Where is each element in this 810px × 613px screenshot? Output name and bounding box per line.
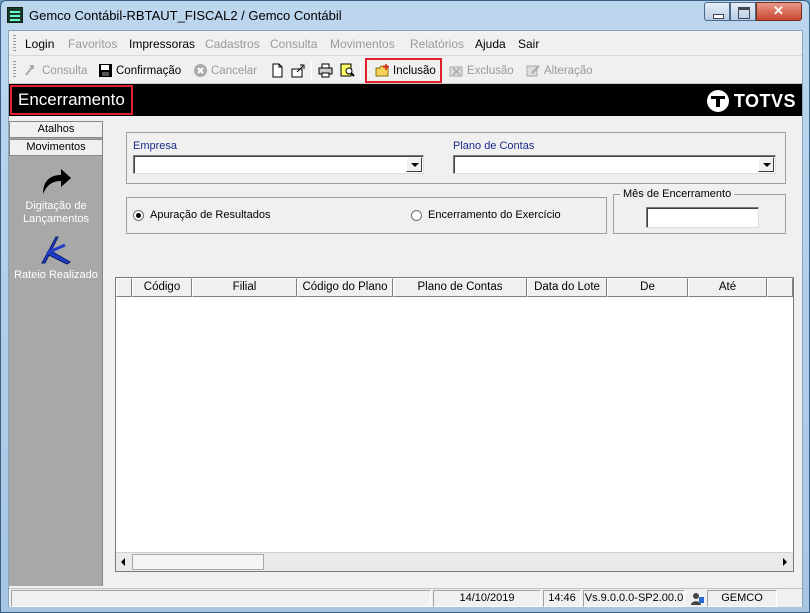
consulta-button[interactable]: Consulta [24,61,87,80]
empresa-dropdown-icon[interactable] [406,157,422,172]
delete-icon [449,63,464,78]
sidebar-item-digitacao[interactable]: Digitação de Lançamentos [9,166,103,226]
grid-column-selector[interactable] [116,278,132,297]
scroll-left-icon[interactable] [116,554,132,570]
window-title: Gemco Contábil-RBTAUT_FISCAL2 / Gemco Co… [29,8,342,23]
search-icon [24,63,39,78]
sidebar-tab-movimentos[interactable]: Movimentos [9,139,103,156]
radio-apuracao-label: Apuração de Resultados [150,209,271,221]
exclusao-label: Exclusão [467,64,514,77]
grid-column-data-lote[interactable]: Data do Lote [527,278,607,297]
toolbar-separator [311,61,312,80]
sidebar-item-rateio[interactable]: Rateio Realizado [9,235,103,282]
user-status-icon [690,591,705,606]
app-icon[interactable] [7,7,23,23]
menu-cadastros[interactable]: Cadastros [205,37,260,51]
results-grid[interactable]: Código Filial Código do Plano Plano de C… [115,277,794,572]
radio-encerramento-label: Encerramento do Exercício [428,209,561,221]
mes-group: Mês de Encerramento [613,188,786,234]
title-bar[interactable]: Gemco Contábil-RBTAUT_FISCAL2 / Gemco Co… [1,1,809,30]
status-time: 14:46 [543,590,581,607]
menu-impressoras[interactable]: Impressoras [129,37,195,51]
rateio-icon [39,235,73,265]
main-panel: Empresa Plano de Contas Apuração de Resu… [108,121,802,586]
menu-relatorios[interactable]: Relatórios [410,37,464,51]
tipo-group: Apuração de Resultados Encerramento do E… [126,197,607,234]
confirmacao-button[interactable]: Confirmação [98,61,181,80]
plano-label: Plano de Contas [453,140,535,152]
print-preview-icon[interactable] [340,63,355,78]
radio-apuracao-dot[interactable] [133,209,144,221]
curved-arrow-icon [39,166,73,196]
inclusao-highlight [365,58,442,83]
export-icon[interactable] [291,63,306,78]
cancel-icon [193,63,208,78]
edit-icon [526,63,541,78]
confirmacao-label: Confirmação [116,64,182,77]
scroll-thumb[interactable] [132,554,264,570]
maximize-button[interactable] [730,2,756,21]
toolbar-grip[interactable] [13,61,16,79]
menu-ajuda[interactable]: Ajuda [475,37,506,51]
cancelar-button[interactable]: Cancelar [193,61,257,80]
grid-column-extra[interactable] [767,278,793,297]
grid-column-codigo-plano[interactable]: Código do Plano [297,278,393,297]
menu-consulta[interactable]: Consulta [270,37,317,51]
radio-encerramento[interactable]: Encerramento do Exercício [411,209,561,221]
screen-header: Encerramento TOTVS [9,84,802,116]
sidebar: Atalhos Movimentos Digitação de Lançamen… [9,121,103,586]
printer-icon[interactable] [318,63,333,78]
grid-horizontal-scrollbar[interactable] [116,552,793,571]
totvs-brand-text: TOTVS [733,90,796,111]
menu-favoritos[interactable]: Favoritos [68,37,117,51]
sidebar-tab-atalhos[interactable]: Atalhos [9,121,103,138]
new-document-icon[interactable] [270,63,285,78]
status-version: Vs.9.0.0.0-SP2.00.0 [583,590,685,607]
menu-grip[interactable] [13,35,16,52]
status-message [11,590,431,607]
totvs-logo-icon [706,90,729,112]
grid-column-ate[interactable]: Até [688,278,767,297]
radio-encerramento-dot[interactable] [411,209,422,221]
exclusao-button[interactable]: Exclusão [449,61,514,80]
grid-column-de[interactable]: De [607,278,688,297]
grid-header: Código Filial Código do Plano Plano de C… [116,278,793,297]
filters-group: Empresa Plano de Contas [126,132,786,184]
status-app: GEMCO [707,590,777,607]
menu-login[interactable]: Login [25,37,54,51]
grid-column-filial[interactable]: Filial [192,278,297,297]
menu-sair[interactable]: Sair [518,37,539,51]
grid-column-plano-contas[interactable]: Plano de Contas [393,278,527,297]
app-window: Gemco Contábil-RBTAUT_FISCAL2 / Gemco Co… [0,0,810,613]
menu-movimentos[interactable]: Movimentos [330,37,395,51]
sidebar-item-digitacao-label: Digitação de Lançamentos [22,200,90,225]
sidebar-item-rateio-label: Rateio Realizado [14,269,98,281]
close-button[interactable] [756,2,802,21]
cancelar-label: Cancelar [211,64,258,77]
status-bar: 14/10/2019 14:46 Vs.9.0.0.0-SP2.00.0 GEM… [9,588,802,607]
mes-label: Mês de Encerramento [620,188,735,200]
alteracao-button[interactable]: Alteração [526,61,593,80]
status-date: 14/10/2019 [433,590,541,607]
client-area: Login Favoritos Impressoras Cadastros Co… [8,30,803,607]
empresa-select[interactable] [133,155,424,174]
empresa-label: Empresa [133,140,178,152]
radio-apuracao[interactable]: Apuração de Resultados [133,209,270,221]
page-title: Encerramento [10,85,133,115]
grid-column-codigo[interactable]: Código [132,278,192,297]
save-icon [98,63,113,78]
totvs-logo: TOTVS [706,90,796,112]
scroll-right-icon[interactable] [777,554,793,570]
minimize-button[interactable] [704,2,730,21]
menu-bar: Login Favoritos Impressoras Cadastros Co… [9,31,802,56]
plano-dropdown-icon[interactable] [758,157,774,172]
toolbar-separator [360,61,361,80]
mes-input[interactable] [646,207,759,228]
toolbar: Consulta Confirmação Cancelar Inclusão E… [9,57,802,84]
plano-select[interactable] [453,155,776,174]
consulta-label: Consulta [42,64,88,77]
alteracao-label: Alteração [544,64,593,77]
